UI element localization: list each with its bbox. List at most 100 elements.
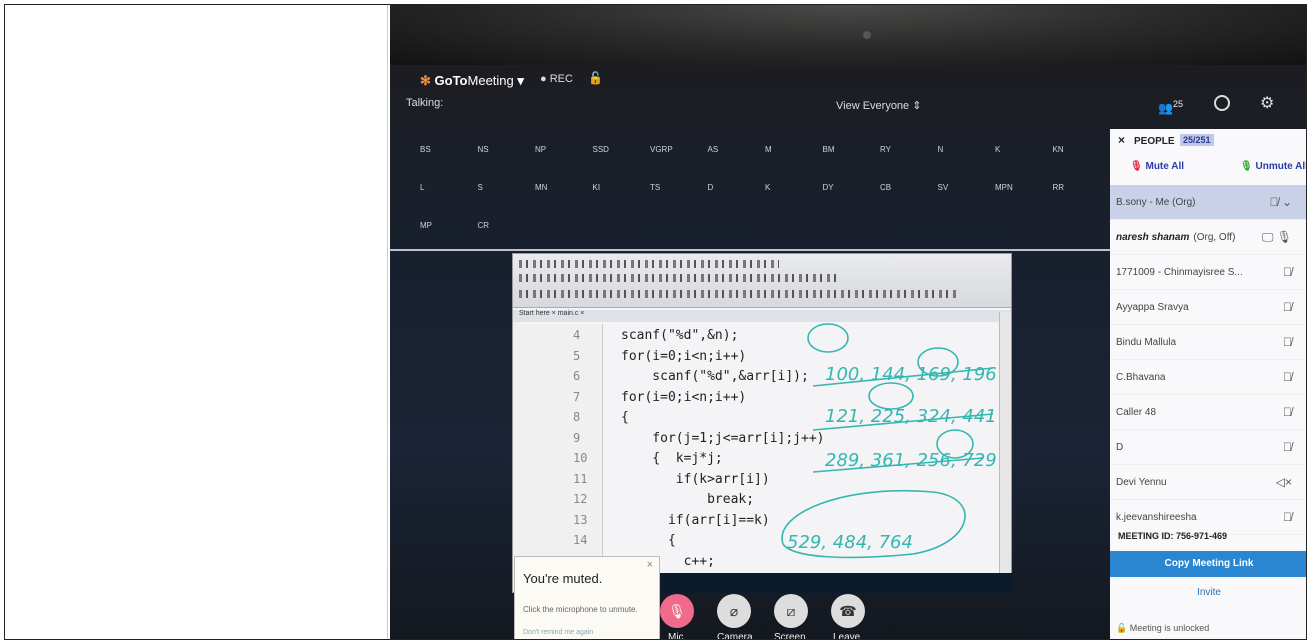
attendee-tile[interactable]: K	[765, 183, 770, 192]
screen-button[interactable]: ⧄	[774, 594, 808, 628]
mute-controls: 🎙 Mute All 🎙 Unmute All	[1110, 155, 1306, 177]
participant-row[interactable]: k.jeevanshireesha 🎙̸	[1110, 500, 1306, 535]
gear-icon[interactable]: ⚙	[1260, 93, 1274, 113]
record-button[interactable]: ● REC	[540, 73, 573, 85]
mute-all-button[interactable]: 🎙 Mute All	[1130, 161, 1184, 172]
screen-and-mic-icon[interactable]: 🖵 🎙	[1262, 230, 1292, 245]
attendee-tile[interactable]: CB	[880, 183, 891, 192]
attendee-tile[interactable]: BM	[823, 145, 835, 154]
mic-muted-icon[interactable]: 🎙̸	[1283, 405, 1292, 419]
attendee-tile[interactable]: KN	[1053, 145, 1064, 154]
line-number: 10	[573, 451, 588, 465]
people-title: PEOPLE	[1134, 136, 1175, 147]
mic-muted-icon[interactable]: 🎙̸ ⌄	[1270, 195, 1292, 209]
code-line: if(arr[i]==k)	[621, 512, 770, 528]
attendee-tile[interactable]: SSD	[593, 145, 609, 154]
speaker-muted-icon[interactable]: ◁×	[1276, 475, 1292, 489]
editor-tab-strip: Start here × main.c ×	[513, 310, 1011, 322]
code-line: scanf("%d",&n);	[621, 328, 739, 343]
attendee-tile[interactable]: TS	[650, 183, 660, 192]
invite-button[interactable]: Invite	[1110, 587, 1306, 598]
attendee-tile[interactable]: L	[420, 183, 424, 192]
mic-muted-icon[interactable]: 🎙̸	[1283, 440, 1292, 454]
mic-button[interactable]: 🎙	[660, 594, 694, 628]
mic-muted-icon[interactable]: 🎙̸	[1283, 510, 1292, 524]
code-line: scanf("%d",&arr[i]);	[621, 369, 809, 384]
attendee-tile[interactable]: MPN	[995, 183, 1013, 192]
screen-label: Screen	[774, 632, 806, 640]
copy-meeting-link-button[interactable]: Copy Meeting Link	[1110, 551, 1306, 577]
webcam-dot	[863, 31, 871, 39]
mic-muted-icon: 🎙	[1130, 161, 1143, 172]
line-number: 11	[573, 471, 588, 486]
attendee-tile[interactable]: K	[995, 145, 1000, 154]
attendee-tile[interactable]: NS	[478, 145, 489, 154]
close-icon[interactable]: ×	[647, 559, 653, 571]
logo-flower-icon: ✻	[420, 73, 431, 88]
participant-role: (Org, Off)	[1193, 232, 1236, 243]
people-count: 25	[1172, 99, 1183, 109]
participant-name-text: 1771009 - Chinmayisree S...	[1116, 267, 1243, 278]
participant-row[interactable]: D 🎙̸	[1110, 430, 1306, 465]
mic-muted-icon[interactable]: 🎙̸	[1283, 265, 1292, 279]
attendee-tile[interactable]: MP	[420, 221, 432, 230]
participant-row[interactable]: Bindu Mallula 🎙̸	[1110, 325, 1306, 360]
attendee-tile[interactable]: RR	[1053, 183, 1065, 192]
line-number: 4	[573, 328, 581, 342]
participant-row[interactable]: Ayyappa Sravya 🎙̸	[1110, 290, 1306, 325]
windows-taskbar	[658, 573, 1012, 593]
people-count-badge: 25/251	[1180, 134, 1214, 146]
line-number: 6	[573, 369, 581, 383]
screenshot-frame: ✻ GoToMeeting ▾ ● REC 🔓 Talking: View Ev…	[4, 4, 1307, 640]
code-line: {	[621, 410, 629, 425]
chat-icon[interactable]	[1214, 95, 1230, 111]
unmute-all-button[interactable]: 🎙 Unmute All	[1240, 161, 1306, 172]
attendee-tile[interactable]: NP	[535, 145, 546, 154]
attendee-tile[interactable]: SV	[938, 183, 949, 192]
participant-row[interactable]: C.Bhavana 🎙̸	[1110, 360, 1306, 395]
attendee-tile[interactable]: BS	[420, 145, 431, 154]
attendee-tile[interactable]: S	[478, 183, 483, 192]
participant-row[interactable]: Caller 48 🎙̸	[1110, 395, 1306, 430]
attendee-tile[interactable]: DY	[823, 183, 834, 192]
attendee-tile[interactable]: CR	[478, 221, 490, 230]
close-icon[interactable]: ×	[1118, 133, 1125, 147]
people-button[interactable]: 👥25	[1158, 99, 1183, 115]
view-everyone-label: View Everyone	[836, 100, 910, 112]
ink-underline-3	[812, 457, 984, 473]
attendee-tile[interactable]: AS	[708, 145, 719, 154]
ide-toolbars	[513, 254, 1011, 308]
attendee-tile[interactable]: KI	[593, 183, 601, 192]
blank-margin	[5, 5, 388, 639]
chevron-down-icon[interactable]: ▾	[517, 73, 524, 88]
attendee-tile[interactable]: N	[938, 145, 944, 154]
talking-indicator: Talking:	[406, 97, 444, 109]
attendee-tile[interactable]: VGRP	[650, 145, 673, 154]
mic-muted-icon[interactable]: 🎙̸	[1283, 300, 1292, 314]
attendee-tile[interactable]: RY	[880, 145, 891, 154]
line-gutter	[513, 324, 603, 592]
attendee-tile[interactable]: MN	[535, 183, 547, 192]
attendee-tile[interactable]: D	[708, 183, 714, 192]
participant-name: k.jeevanshireesha	[1116, 512, 1197, 523]
attendee-tile[interactable]: M	[765, 145, 772, 154]
meeting-lock-status[interactable]: 🔓 Meeting is unlocked	[1116, 623, 1209, 634]
ink-oval	[781, 489, 966, 559]
grid-divider	[390, 249, 1110, 251]
ink-circle-1	[807, 323, 849, 353]
mic-muted-icon[interactable]: 🎙̸	[1283, 370, 1292, 384]
view-everyone-selector[interactable]: View Everyone ⇕	[836, 99, 921, 112]
participant-row[interactable]: Devi Yennu ◁×	[1110, 465, 1306, 500]
line-number: 8	[573, 410, 581, 424]
participant-name: Devi Yennu	[1116, 477, 1167, 488]
leave-button[interactable]: ☎	[831, 594, 865, 628]
lock-icon[interactable]: 🔓	[588, 71, 603, 85]
app-logo[interactable]: ✻ GoToMeeting ▾	[420, 73, 524, 89]
mic-muted-icon[interactable]: 🎙̸	[1283, 335, 1292, 349]
camera-button[interactable]: ⌀	[717, 594, 751, 628]
dont-remind-link[interactable]: Don't remind me again	[523, 629, 593, 636]
participant-row[interactable]: 1771009 - Chinmayisree S... 🎙̸	[1110, 255, 1306, 290]
unlock-icon: 🔓	[1116, 623, 1128, 633]
participant-row[interactable]: naresh shanam (Org, Off) 🖵 🎙	[1110, 220, 1306, 255]
participant-row[interactable]: B.sony - Me (Org) 🎙̸ ⌄	[1110, 185, 1306, 220]
